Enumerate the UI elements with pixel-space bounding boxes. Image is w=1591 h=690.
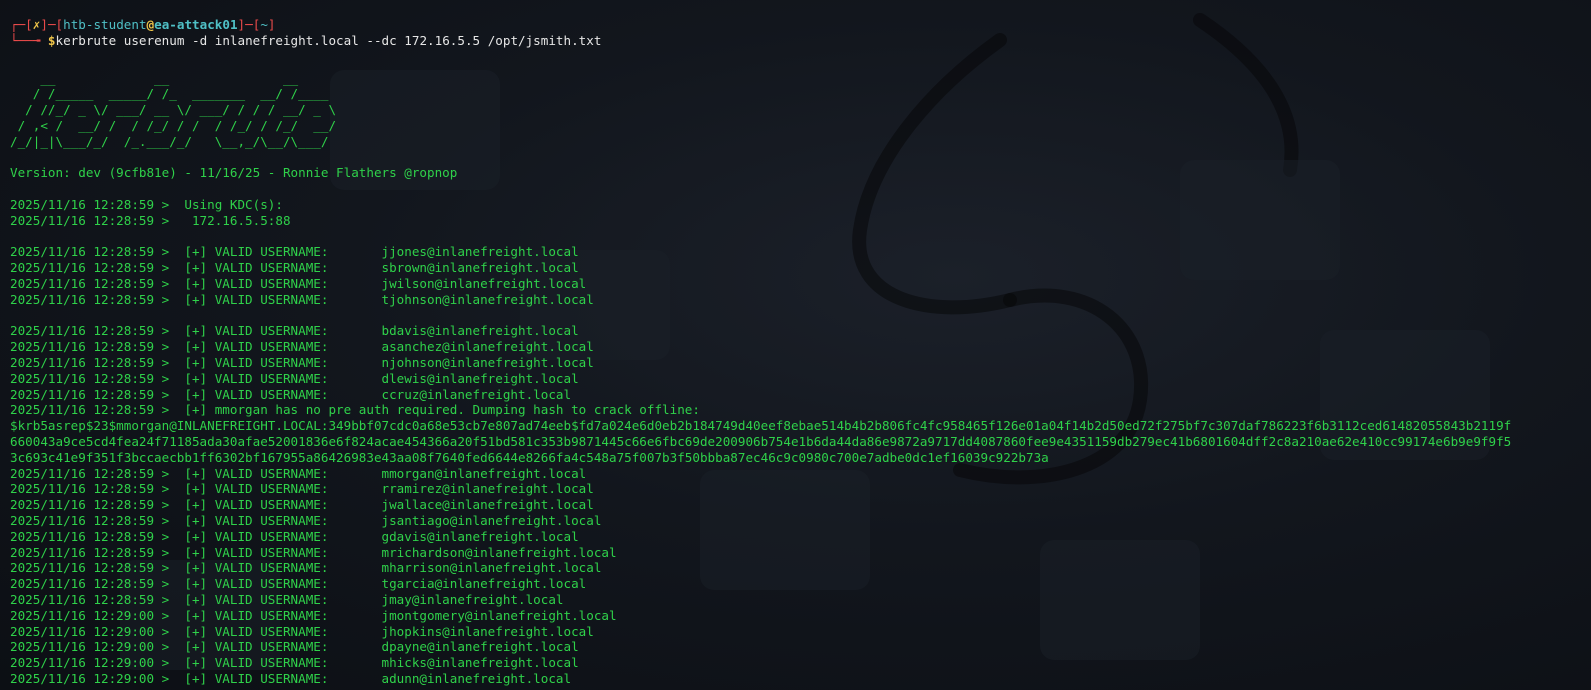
valid-username-line: 2025/11/16 12:28:59 > [+] VALID USERNAME… [10,275,587,291]
valid-username-line: 2025/11/16 12:29:00 > [+] VALID USERNAME… [10,607,617,623]
valid-username-line: 2025/11/16 12:28:59 > [+] VALID USERNAME… [10,386,572,402]
prompt-line-command: └──╼ $kerbrute userenum -d inlanefreight… [10,32,602,48]
valid-username-line: 2025/11/16 12:28:59 > [+] VALID USERNAME… [10,370,579,386]
asrep-hash-line: 3c693c41e9f351f3bccaecbb1ff6302bf167955a… [10,449,1049,465]
valid-username-line: 2025/11/16 12:28:59 > [+] VALID USERNAME… [10,591,564,607]
valid-username-line: 2025/11/16 12:28:59 > [+] VALID USERNAME… [10,528,579,544]
prompt-hostname: ea-attack01 [154,17,238,32]
valid-username-line: 2025/11/16 12:29:00 > [+] VALID USERNAME… [10,655,579,671]
valid-username-line: 2025/11/16 12:28:59 > [+] VALID USERNAME… [10,260,579,276]
valid-username-line: 2025/11/16 12:29:00 > [+] VALID USERNAME… [10,639,579,655]
valid-username-line: 2025/11/16 12:28:59 > [+] VALID USERNAME… [10,354,594,370]
prompt-directory: ~ [260,17,268,32]
valid-username-line: 2025/11/16 12:28:59 > [+] VALID USERNAME… [10,497,594,513]
terminal-output: ┌─[✗]─[htb-student@ea-attack01]─[~] └──╼… [10,17,1591,687]
valid-username-line: 2025/11/16 12:28:59 > [+] VALID USERNAME… [10,481,594,497]
prompt-line-top: ┌─[✗]─[htb-student@ea-attack01]─[~] [10,17,276,32]
command-text[interactable]: kerbrute userenum -d inlanefreight.local… [56,33,602,48]
valid-username-line: 2025/11/16 12:29:00 > [+] VALID USERNAME… [10,670,572,686]
terminal-window[interactable]: ┌─[✗]─[htb-student@ea-attack01]─[~] └──╼… [0,0,1591,690]
kerbrute-ascii-banner: __ __ __ / /_____ _____/ /_ _______ __/ … [10,70,337,149]
valid-username-line: 2025/11/16 12:28:59 > [+] VALID USERNAME… [10,512,602,528]
valid-username-line: 2025/11/16 12:28:59 > [+] VALID USERNAME… [10,244,579,260]
valid-username-line: 2025/11/16 12:28:59 > [+] VALID USERNAME… [10,560,602,576]
valid-username-line: 2025/11/16 12:29:00 > [+] VALID USERNAME… [10,623,594,639]
valid-username-line: 2025/11/16 12:28:59 > [+] VALID USERNAME… [10,291,594,307]
valid-username-line: 2025/11/16 12:28:59 > [+] VALID USERNAME… [10,339,594,355]
valid-username-line: 2025/11/16 12:28:59 > [+] VALID USERNAME… [10,576,587,592]
asrep-hash-line: $krb5asrep$23$mmorgan@INLANEFREIGHT.LOCA… [10,418,1512,434]
valid-username-line: 2025/11/16 12:28:59 > [+] VALID USERNAME… [10,323,579,339]
valid-username-line: 2025/11/16 12:28:59 > [+] VALID USERNAME… [10,465,587,481]
no-preauth-notice-line: 2025/11/16 12:28:59 > [+] mmorgan has no… [10,402,700,418]
valid-username-line: 2025/11/16 12:28:59 > [+] VALID USERNAME… [10,544,617,560]
kdc-line: 2025/11/16 12:28:59 > Using KDC(s): [10,196,283,212]
prompt-username: htb-student [63,17,147,32]
kdc-line: 2025/11/16 12:28:59 > 172.16.5.5:88 [10,212,291,228]
version-line: Version: dev (9cfb81e) - 11/16/25 - Ronn… [10,165,458,181]
asrep-hash-line: 660043a9ce5cd4fea24f71185ada30afae520018… [10,433,1512,449]
